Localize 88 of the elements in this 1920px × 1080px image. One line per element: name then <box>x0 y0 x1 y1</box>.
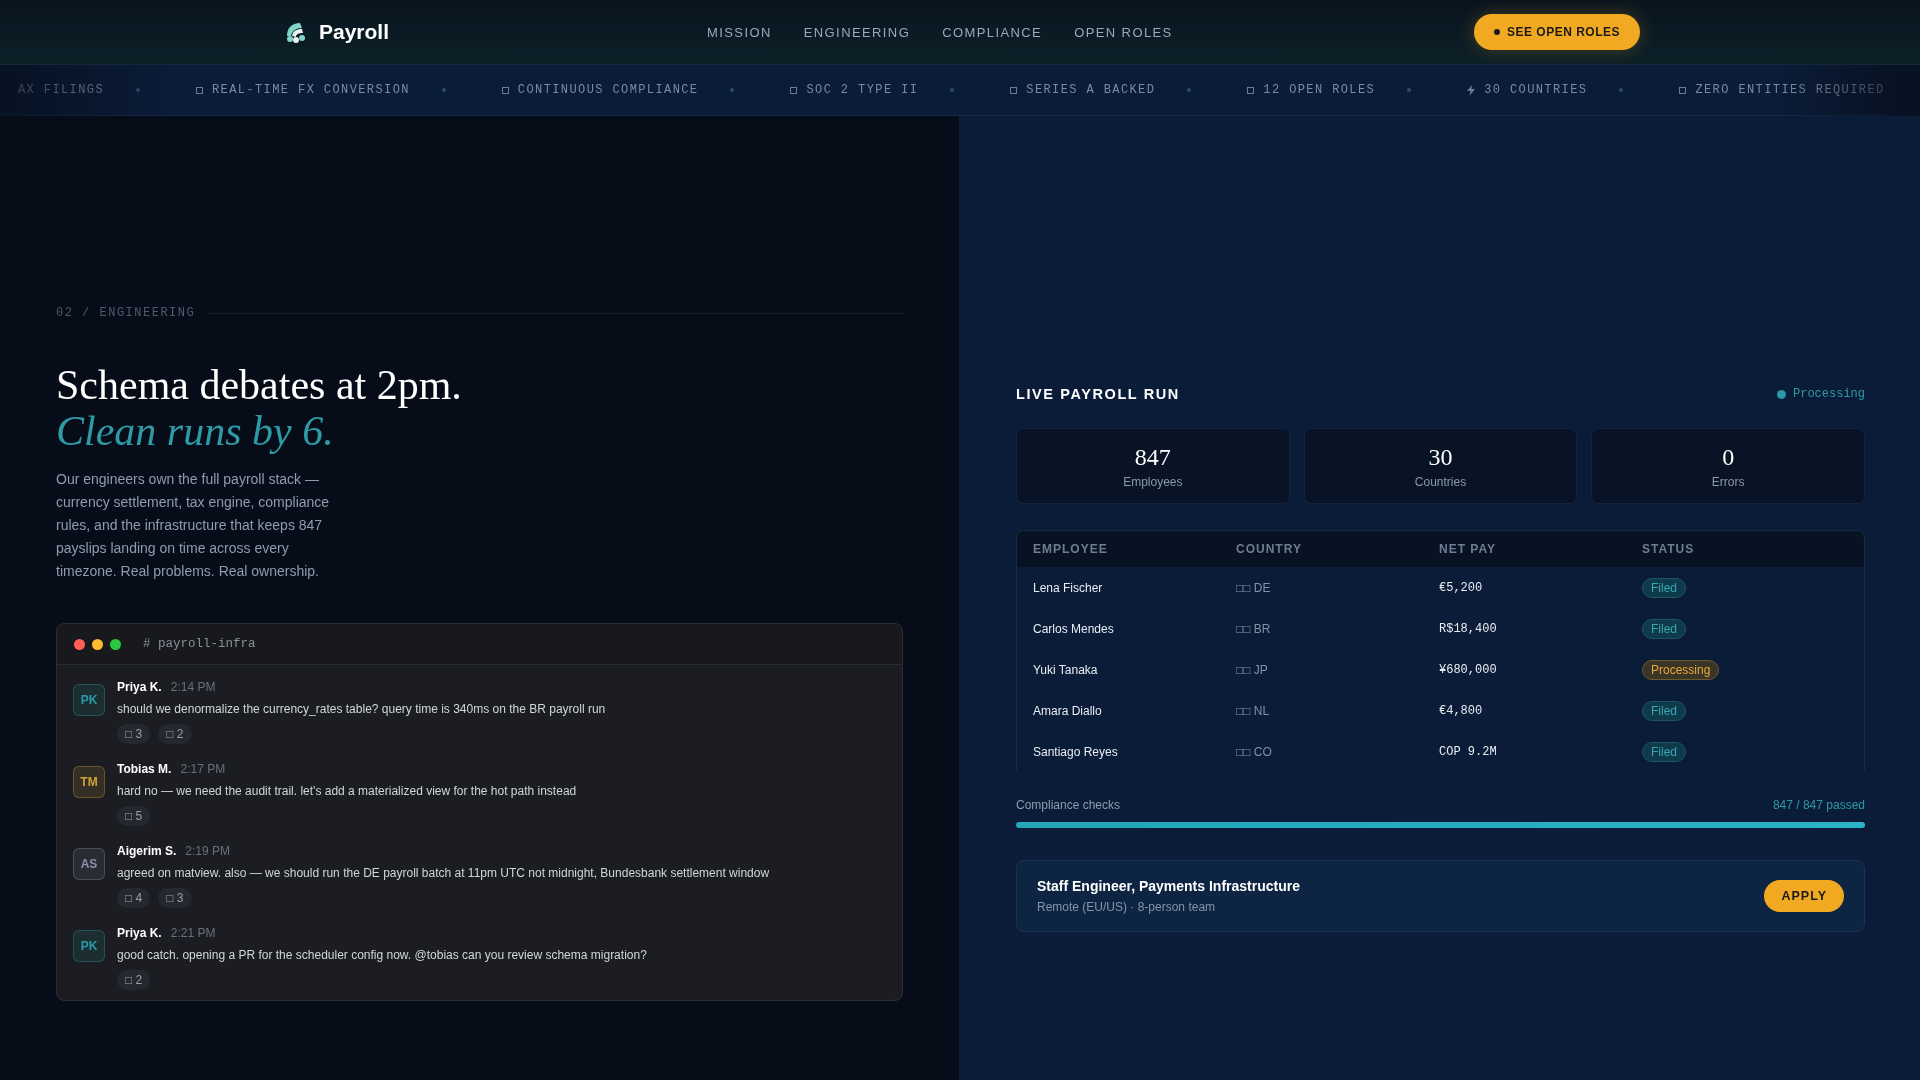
author-name: Priya K. <box>117 680 162 694</box>
status-badge: Processing <box>1642 659 1720 680</box>
table-cell-text: Lena Fischer <box>1033 580 1104 595</box>
status-dot-icon <box>1777 389 1786 399</box>
ticker-text: 30 COUNTRIES <box>1484 83 1588 97</box>
headline: Schema debates at 2pm. <box>56 362 463 408</box>
table-cell-text: ¥680,000 <box>1439 662 1498 677</box>
reaction-chip[interactable]: □ 3 <box>117 724 151 744</box>
table-cell-text: Amara Diallo <box>1033 703 1103 718</box>
message-text: agreed on matview. also — we should run the DE payroll batch at 11pm UTC not midnight, Bundesbank settlement window <box>117 866 770 880</box>
status-badge: Filed <box>1642 700 1686 721</box>
reaction-chip[interactable]: □ 5 <box>117 806 151 826</box>
minimize-dot[interactable] <box>92 638 103 650</box>
progress-label: Compliance checks <box>1016 798 1121 812</box>
message-time: 2:17 PM <box>180 762 226 776</box>
nav-link[interactable]: MISSION <box>707 24 772 40</box>
square-icon <box>501 86 509 94</box>
job-meta: Remote (EU/US) · 8-person team <box>1037 900 1217 914</box>
author-name: Priya K. <box>117 926 162 940</box>
table-cell-text: □□ JP <box>1236 662 1269 677</box>
status-badge: Filed <box>1642 577 1686 598</box>
message-text: good catch. opening a PR for the scheduler config now. @tobias can you review schema migration? <box>117 948 647 962</box>
message-text: should we denormalize the currency_rates table? query time is 340ms on the BR payroll run <box>117 702 606 716</box>
nav-link[interactable]: OPEN ROLES <box>1074 24 1173 40</box>
avatar: AS <box>73 848 105 880</box>
apply-button[interactable]: APPLY <box>1764 880 1844 912</box>
column-header: COUNTRY <box>1236 542 1303 556</box>
table-cell-text: □□ DE <box>1236 580 1272 595</box>
ticker-text: 12 OPEN ROLES <box>1263 83 1376 97</box>
ticker-text: SERIES A BACKED <box>1026 83 1156 97</box>
avatar: PK <box>73 684 105 716</box>
close-dot[interactable] <box>74 638 85 650</box>
headline-accent: Clean runs by 6. <box>56 408 335 454</box>
column-header: NET PAY <box>1439 542 1497 556</box>
status-badge: Filed <box>1642 618 1686 639</box>
avatar: PK <box>73 930 105 962</box>
lightning-icon <box>1467 84 1476 96</box>
channel-name: # payroll-infra <box>143 637 256 651</box>
ticker-text: CONTINUOUS COMPLIANCE <box>517 83 699 97</box>
nav-link[interactable]: COMPLIANCE <box>942 24 1043 40</box>
table-cell-text: Carlos Mendes <box>1033 621 1115 636</box>
reaction-chip[interactable]: □ 2 <box>158 724 192 744</box>
table-cell-text: □□ BR <box>1236 621 1272 636</box>
stat-value: 30 <box>1428 443 1453 471</box>
stat-label: Errors <box>1711 474 1745 489</box>
reaction-chip[interactable]: □ 4 <box>117 888 151 908</box>
stat-value: 0 <box>1722 443 1735 471</box>
table-cell-text: □□ NL <box>1236 703 1271 718</box>
table-cell-text: €4,800 <box>1439 703 1484 718</box>
panel-title: LIVE PAYROLL RUN <box>1016 386 1180 402</box>
table-cell-text: Santiago Reyes <box>1033 744 1119 759</box>
square-icon <box>790 86 798 94</box>
column-header: EMPLOYEE <box>1033 542 1109 556</box>
message-text: hard no — we need the audit trail. let's add a materialized view for the hot path instead <box>117 784 577 798</box>
column-header: STATUS <box>1642 542 1696 556</box>
nav-link[interactable]: ENGINEERING <box>803 24 911 40</box>
table-cell-text: Yuki Tanaka <box>1033 662 1099 677</box>
table-cell-text: □□ CO <box>1236 744 1273 759</box>
stat-label: Countries <box>1414 474 1467 489</box>
table-cell-text: €5,200 <box>1439 580 1484 595</box>
progress-reading: 847 / 847 passed <box>1772 798 1865 812</box>
ticker-text: ZERO ENTITIES REQUIRED <box>1695 83 1885 97</box>
author-name: Aigerim S. <box>117 844 177 858</box>
message-time: 2:19 PM <box>185 844 231 858</box>
brand-name[interactable]: Payroll <box>319 20 390 44</box>
author-name: Tobias M. <box>117 762 172 776</box>
stat-value: 847 <box>1134 443 1171 471</box>
avatar: TM <box>73 766 105 798</box>
section-label: 02 / ENGINEERING <box>56 306 196 320</box>
reaction-chip[interactable]: □ 3 <box>158 888 192 908</box>
message-time: 2:21 PM <box>170 926 216 940</box>
square-icon <box>1010 86 1018 94</box>
reaction-chip[interactable]: □ 2 <box>117 970 151 990</box>
job-title: Staff Engineer, Payments Infrastructure <box>1037 878 1300 894</box>
maximize-dot[interactable] <box>110 638 121 650</box>
message-time: 2:14 PM <box>170 680 216 694</box>
intro-paragraph: Our engineers own the full payroll stack — currency settlement, tax engine, compliance rules, and the infrastructure that keeps 847 payslips landing on time across every timezone. Real problems. Real ownership. <box>56 470 331 581</box>
see-open-roles-button[interactable]: SEE OPEN ROLES <box>1473 14 1640 50</box>
square-icon <box>196 86 203 94</box>
stat-label: Employees <box>1123 474 1183 489</box>
table-cell-text: COP 9.2M <box>1439 744 1498 759</box>
ticker-text: REAL-TIME FX CONVERSION <box>212 83 410 97</box>
ticker-text: SOC 2 TYPE II <box>806 83 919 97</box>
square-icon <box>1247 86 1255 94</box>
status-badge: Filed <box>1642 741 1686 762</box>
table-cell-text: R$18,400 <box>1439 621 1498 636</box>
run-status: Processing <box>1793 387 1865 401</box>
square-icon <box>1679 86 1687 94</box>
